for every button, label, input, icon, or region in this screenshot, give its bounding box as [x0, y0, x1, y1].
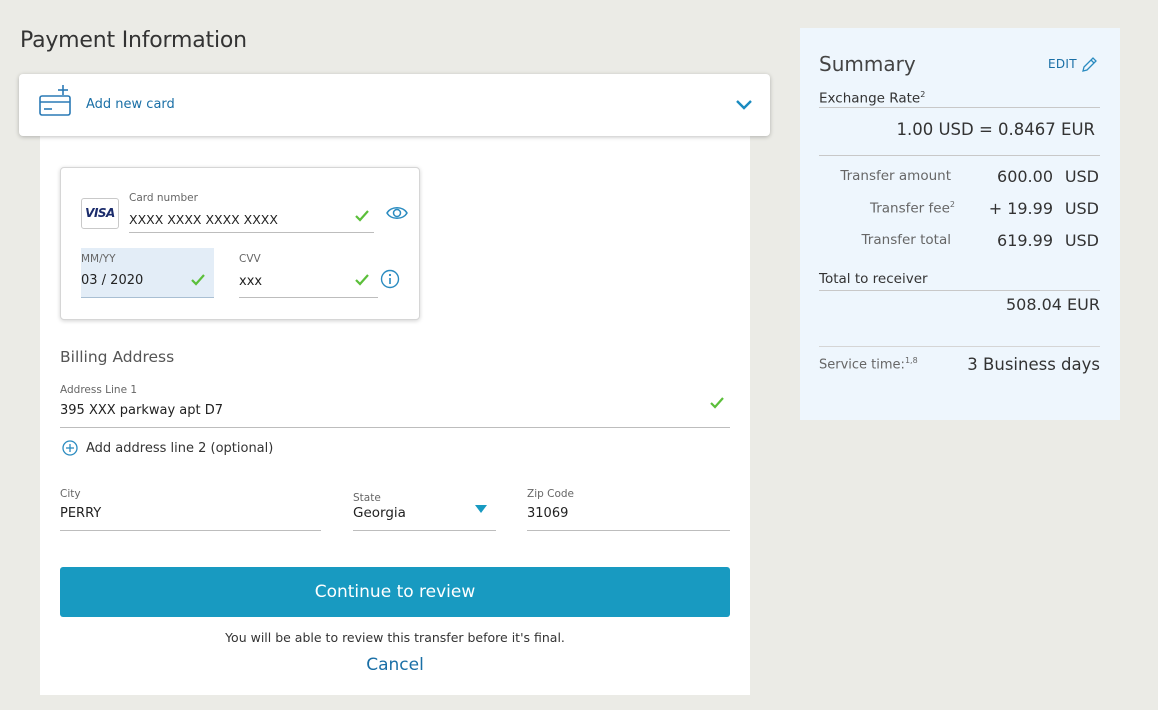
check-icon — [710, 397, 724, 409]
city-input[interactable]: PERRY — [60, 506, 101, 521]
exchange-rate-value: 1.00 USD = 0.8467 EUR — [896, 120, 1096, 139]
page-title: Payment Information — [20, 28, 247, 53]
zip-code-underline — [527, 530, 730, 531]
card-number-input[interactable]: XXXX XXXX XXXX XXXX — [129, 212, 278, 227]
continue-to-review-button[interactable]: Continue to review — [60, 567, 730, 617]
summary-panel: Summary EDIT Exchange Rate2 1.00 USD = 0… — [800, 28, 1120, 420]
expiry-input[interactable]: 03 / 2020 — [81, 273, 143, 288]
card-number-underline — [129, 232, 374, 233]
transfer-amount-currency: USD — [1064, 167, 1099, 186]
address-line-1-underline — [60, 427, 730, 428]
transfer-amount-value: 600.00 — [997, 167, 1053, 186]
card-number-label: Card number — [129, 192, 198, 204]
transfer-fee-value: + 19.99 — [988, 199, 1053, 218]
show-card-number-eye-icon[interactable] — [386, 204, 408, 222]
cvv-input[interactable]: xxx — [239, 274, 262, 289]
cancel-link[interactable]: Cancel — [60, 655, 730, 675]
transfer-total-currency: USD — [1064, 231, 1099, 250]
service-time-label: Service time:1,8 — [819, 356, 918, 373]
review-note: You will be able to review this transfer… — [225, 630, 565, 645]
card-selector[interactable]: Add new card — [19, 74, 770, 136]
info-icon[interactable] — [380, 269, 400, 289]
plus-circle-icon — [62, 440, 78, 456]
dropdown-arrow-icon[interactable] — [475, 505, 487, 514]
state-select[interactable]: Georgia — [353, 505, 406, 521]
total-to-receiver-value: 508.04 EUR — [1005, 295, 1100, 314]
add-address-line-2-label: Add address line 2 (optional) — [86, 441, 274, 456]
divider — [819, 346, 1100, 347]
exchange-rate-label: Exchange Rate2 — [819, 90, 926, 107]
cvv-label: CVV — [239, 253, 261, 265]
transfer-fee-currency: USD — [1064, 199, 1099, 218]
chevron-down-icon[interactable] — [735, 98, 753, 112]
state-label: State — [353, 492, 381, 504]
expiry-underline — [81, 297, 214, 298]
service-time-value: 3 Business days — [967, 355, 1100, 374]
divider — [819, 107, 1100, 108]
total-to-receiver-label: Total to receiver — [819, 271, 928, 287]
divider — [819, 290, 1100, 291]
visa-logo: VISA — [81, 198, 119, 229]
check-icon — [191, 274, 205, 286]
check-icon — [355, 210, 369, 222]
cvv-underline — [239, 297, 378, 298]
add-card-icon — [39, 85, 71, 116]
add-new-card-label[interactable]: Add new card — [86, 97, 175, 112]
transfer-amount-label: Transfer amount — [840, 168, 951, 184]
transfer-fee-label: Transfer fee2 — [869, 200, 955, 217]
divider — [819, 155, 1100, 156]
state-underline — [353, 530, 496, 531]
expiry-label: MM/YY — [81, 253, 116, 265]
check-icon — [355, 274, 369, 286]
edit-link[interactable]: EDIT — [1048, 57, 1077, 71]
transfer-total-value: 619.99 — [997, 231, 1053, 250]
zip-code-input[interactable]: 31069 — [527, 506, 568, 521]
transfer-total-label: Transfer total — [861, 232, 951, 248]
pencil-icon[interactable] — [1080, 56, 1098, 74]
address-line-1-label: Address Line 1 — [60, 384, 138, 396]
summary-title: Summary — [819, 52, 916, 76]
zip-code-label: Zip Code — [527, 488, 574, 500]
address-line-1-input[interactable]: 395 XXX parkway apt D7 — [60, 403, 223, 418]
city-underline — [60, 530, 321, 531]
city-label: City — [60, 488, 81, 500]
card-details-box: VISA Card number XXXX XXXX XXXX XXXX MM/… — [60, 167, 420, 320]
billing-address-title: Billing Address — [60, 348, 175, 366]
